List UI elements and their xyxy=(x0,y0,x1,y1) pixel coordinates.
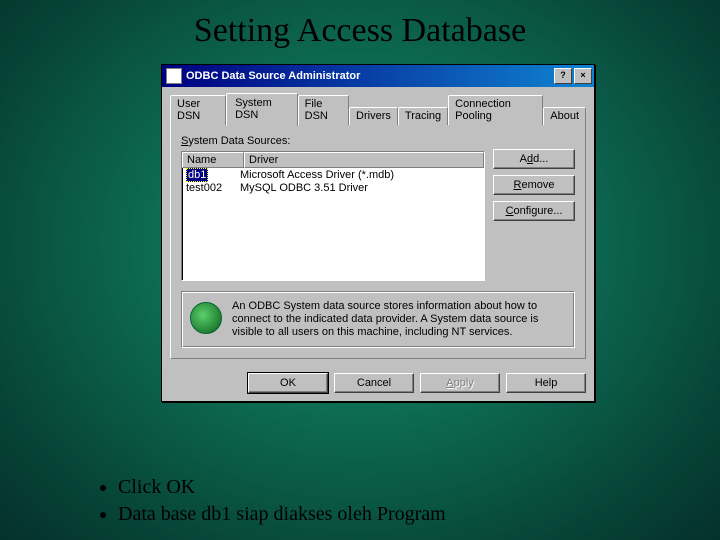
list-item: Data base db1 siap diakses oleh Program xyxy=(118,501,446,528)
bottom-buttons: OK Cancel Apply Help xyxy=(162,367,594,401)
ok-button[interactable]: OK xyxy=(248,373,328,393)
configure-button[interactable]: Configure... xyxy=(493,201,575,221)
close-button[interactable]: × xyxy=(574,68,592,84)
col-driver-header[interactable]: Driver xyxy=(244,152,484,168)
col-name-header[interactable]: Name xyxy=(182,152,244,168)
tab-system-dsn[interactable]: System DSN xyxy=(226,93,298,126)
window-title: ODBC Data Source Administrator xyxy=(186,70,552,82)
tab-file-dsn[interactable]: File DSN xyxy=(298,95,349,125)
tab-drivers[interactable]: Drivers xyxy=(349,107,398,125)
slide-bullets: Click OK Data base db1 siap diakses oleh… xyxy=(78,474,446,528)
list-item: Click OK xyxy=(118,474,446,501)
dsn-listbox[interactable]: Name Driver db1 Microsoft Access Driver … xyxy=(181,151,485,281)
tab-tracing[interactable]: Tracing xyxy=(398,107,448,125)
table-row[interactable]: db1 Microsoft Access Driver (*.mdb) xyxy=(184,169,482,182)
globe-icon xyxy=(190,302,222,334)
datasources-label: System Data Sources: xyxy=(181,135,485,147)
slide-title: Setting Access Database xyxy=(0,0,720,50)
tabstrip: User DSN System DSN File DSN Drivers Tra… xyxy=(170,93,586,125)
cancel-button[interactable]: Cancel xyxy=(334,373,414,393)
tab-pooling[interactable]: Connection Pooling xyxy=(448,95,543,125)
help-button-bottom[interactable]: Help xyxy=(506,373,586,393)
app-icon xyxy=(166,68,182,84)
info-frame: An ODBC System data source stores inform… xyxy=(181,291,575,348)
apply-button[interactable]: Apply xyxy=(420,373,500,393)
titlebar[interactable]: ODBC Data Source Administrator ? × xyxy=(162,65,594,87)
remove-button[interactable]: Remove xyxy=(493,175,575,195)
help-button[interactable]: ? xyxy=(554,68,572,84)
tab-user-dsn[interactable]: User DSN xyxy=(170,95,226,125)
tab-panel: System Data Sources: Name Driver db1 Mic… xyxy=(170,124,586,359)
info-text: An ODBC System data source stores inform… xyxy=(232,300,566,339)
add-button[interactable]: Add... xyxy=(493,149,575,169)
odbc-dialog: ODBC Data Source Administrator ? × User … xyxy=(161,64,595,402)
table-row[interactable]: test002 MySQL ODBC 3.51 Driver xyxy=(184,182,482,195)
tab-about[interactable]: About xyxy=(543,107,586,125)
